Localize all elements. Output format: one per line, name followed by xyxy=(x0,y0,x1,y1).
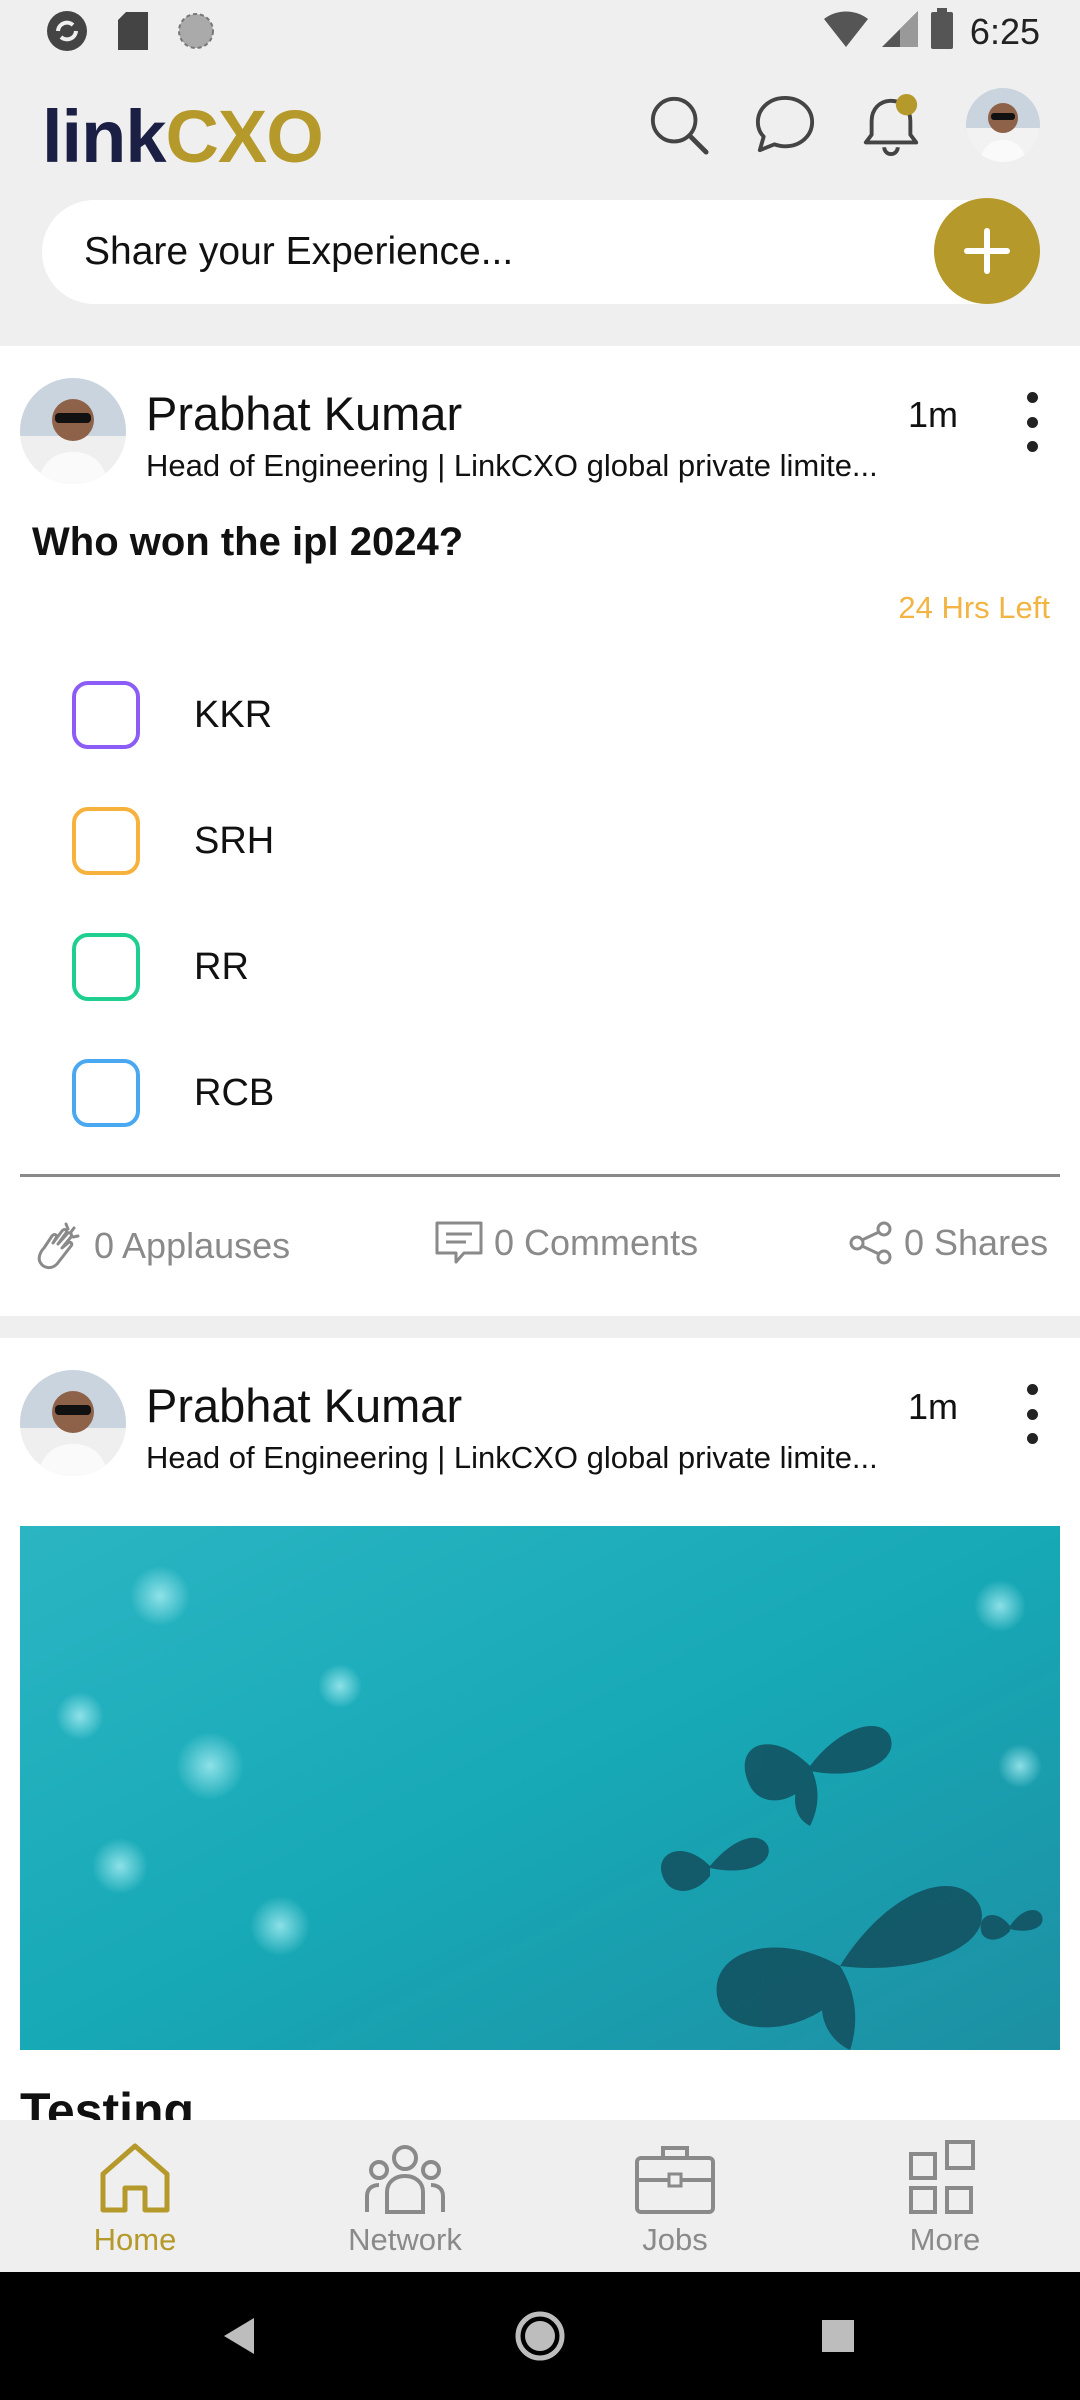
more-options-icon[interactable] xyxy=(1016,392,1048,452)
poll-question: Who won the ipl 2024? xyxy=(32,520,464,564)
bell-icon[interactable] xyxy=(860,94,922,156)
applaud-button[interactable]: 0 Applauses xyxy=(32,1220,290,1272)
status-bar: 6:25 xyxy=(0,0,1080,64)
poll-option-label: RR xyxy=(194,945,249,988)
nav-more[interactable]: More xyxy=(845,2140,1045,2258)
feed-separator xyxy=(0,1316,1080,1338)
applause-count: 0 Applauses xyxy=(94,1225,291,1266)
poll-option-label: RCB xyxy=(194,1071,275,1114)
nav-network[interactable]: Network xyxy=(305,2140,505,2258)
sync-icon xyxy=(44,8,90,59)
checkbox[interactable] xyxy=(72,933,140,1001)
nav-jobs-label: Jobs xyxy=(642,2222,708,2257)
signal-icon xyxy=(880,9,920,54)
more-options-icon[interactable] xyxy=(1016,1384,1048,1444)
share-icon xyxy=(849,1221,892,1265)
chat-icon[interactable] xyxy=(754,94,816,156)
bottom-nav: Home Network Jobs More xyxy=(0,2120,1080,2272)
circle-icon xyxy=(176,11,216,56)
logo-text-cxo: CXO xyxy=(165,94,323,178)
system-nav-bar xyxy=(0,2272,1080,2400)
nav-home[interactable]: Home xyxy=(35,2140,235,2258)
back-icon[interactable] xyxy=(224,2318,254,2354)
battery-icon xyxy=(930,8,954,55)
share-experience-input[interactable]: Share your Experience... xyxy=(42,198,1040,304)
search-icon[interactable] xyxy=(648,94,710,156)
nav-jobs[interactable]: Jobs xyxy=(575,2140,775,2258)
logo-text-link: link xyxy=(42,94,166,178)
poll-time-left: 24 Hrs Left xyxy=(898,590,1050,625)
app-header: link CXO Share your Experience... xyxy=(0,64,1080,346)
logo[interactable]: link CXO xyxy=(42,86,324,186)
nav-network-label: Network xyxy=(348,2222,462,2257)
plus-icon xyxy=(964,228,1010,274)
divider xyxy=(20,1174,1060,1177)
nav-more-label: More xyxy=(909,2222,981,2257)
author-avatar[interactable] xyxy=(20,378,126,484)
share-button[interactable]: 0 Shares xyxy=(848,1220,1048,1266)
post-time: 1m xyxy=(908,1386,959,1427)
author-title: Head of Engineering | LinkCXO global pri… xyxy=(146,448,878,483)
post-image[interactable] xyxy=(20,1526,1060,2050)
comment-button[interactable]: 0 Comments xyxy=(434,1220,698,1266)
share-placeholder: Share your Experience... xyxy=(84,230,514,273)
network-icon xyxy=(365,2145,445,2214)
comment-icon xyxy=(435,1221,483,1264)
share-count: 0 Shares xyxy=(904,1222,1049,1263)
recents-icon[interactable] xyxy=(822,2320,854,2352)
avatar[interactable] xyxy=(966,88,1040,162)
author-title: Head of Engineering | LinkCXO global pri… xyxy=(146,1440,878,1475)
sd-card-icon xyxy=(116,10,150,57)
comment-count: 0 Comments xyxy=(494,1222,699,1263)
nav-home-label: Home xyxy=(93,2222,177,2257)
post-time: 1m xyxy=(908,394,959,435)
post-caption: Testing xyxy=(20,2083,195,2122)
poll-option[interactable]: KKR xyxy=(72,680,272,750)
briefcase-icon xyxy=(635,2146,715,2214)
poll-option-label: KKR xyxy=(194,693,273,736)
author-name[interactable]: Prabhat Kumar xyxy=(146,1378,462,1433)
home-icon xyxy=(100,2143,170,2213)
grid-icon xyxy=(909,2140,975,2214)
poll-option[interactable]: SRH xyxy=(72,806,274,876)
author-name[interactable]: Prabhat Kumar xyxy=(146,386,462,441)
post-actions: 0 Applauses 0 Comments 0 Shares xyxy=(0,1220,1080,1280)
checkbox[interactable] xyxy=(72,1059,140,1127)
poll-option-label: SRH xyxy=(194,819,275,862)
checkbox[interactable] xyxy=(72,681,140,749)
checkbox[interactable] xyxy=(72,807,140,875)
add-post-button[interactable] xyxy=(934,198,1040,304)
poll-option[interactable]: RCB xyxy=(72,1058,274,1128)
clock: 6:25 xyxy=(969,10,1040,52)
applause-icon xyxy=(37,1222,80,1270)
wifi-icon xyxy=(822,9,870,54)
author-avatar[interactable] xyxy=(20,1370,126,1476)
poll-option[interactable]: RR xyxy=(72,932,249,1002)
